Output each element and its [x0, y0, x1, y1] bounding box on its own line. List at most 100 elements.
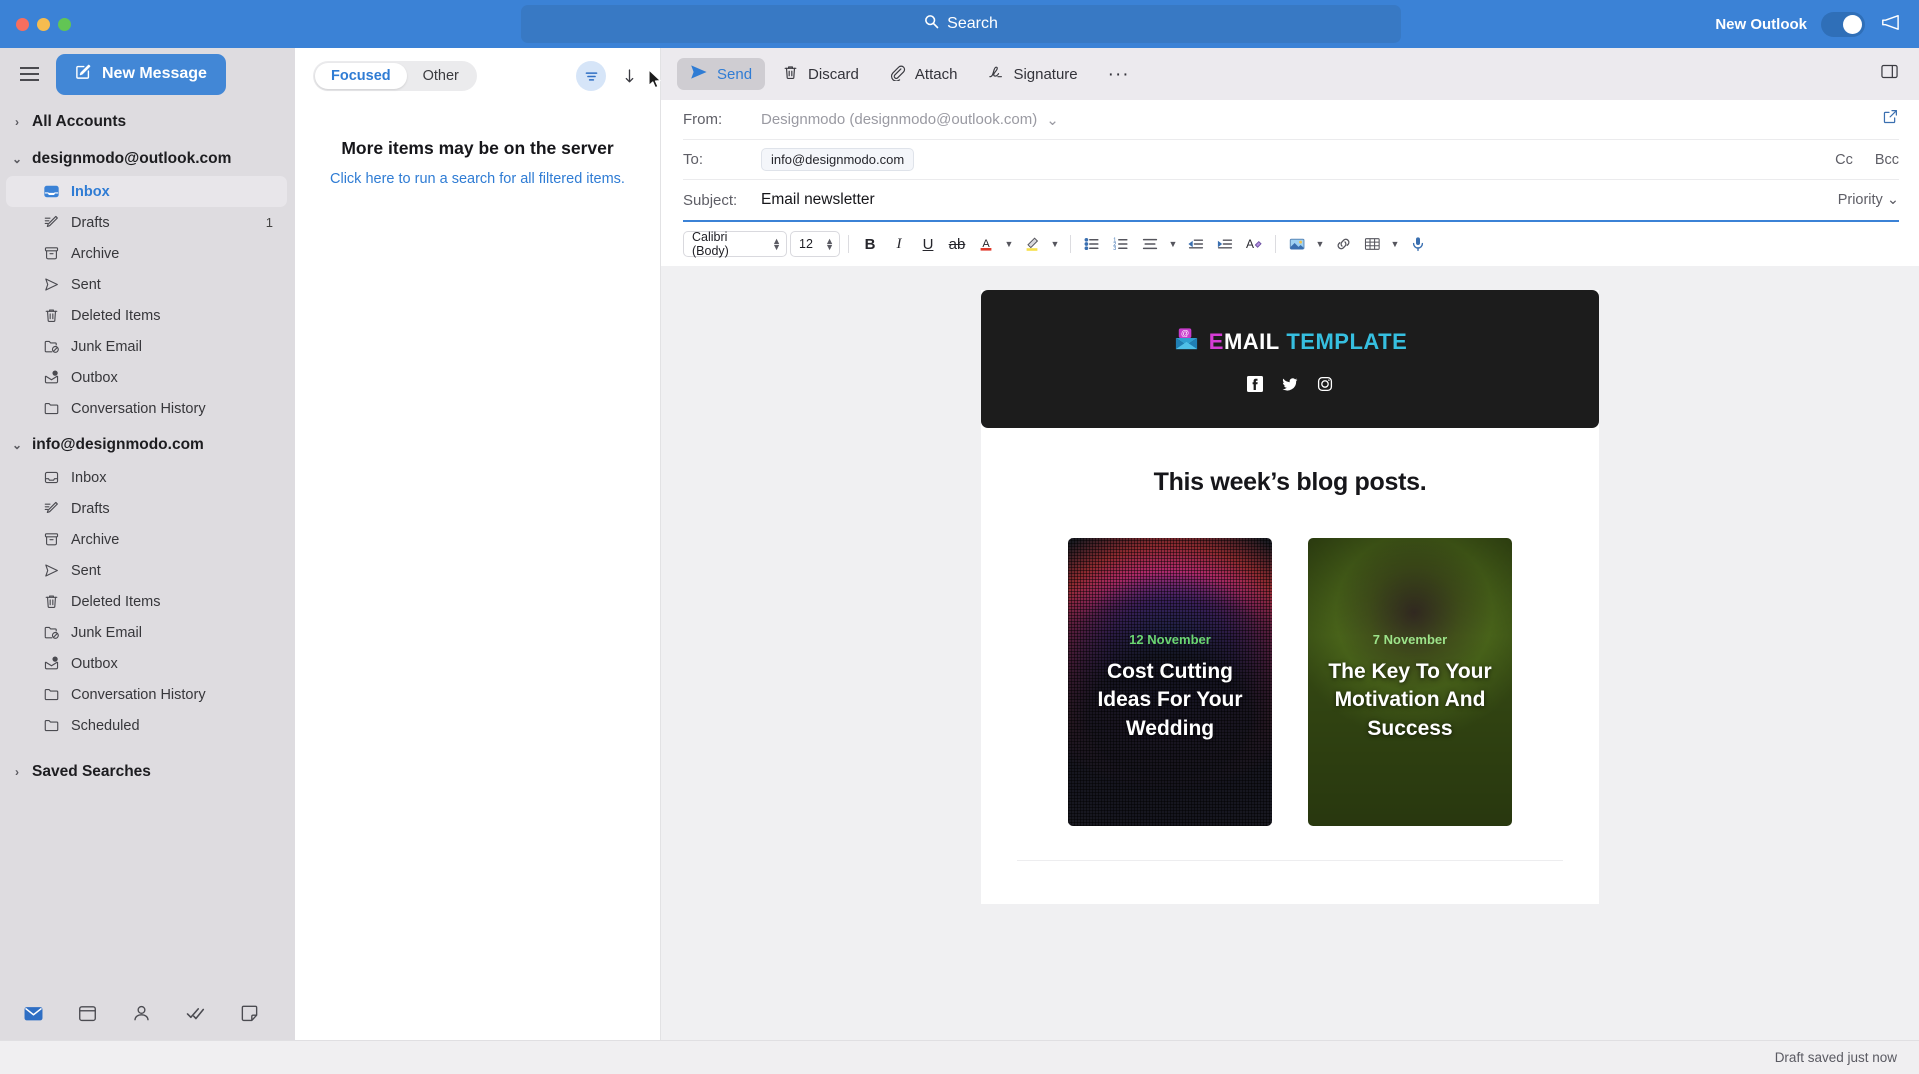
archive-icon	[42, 531, 60, 549]
underline-button[interactable]: U	[915, 231, 941, 257]
font-color-chevron-down-icon[interactable]: ▼	[1002, 231, 1016, 257]
toolbar-divider	[1275, 235, 1276, 253]
tab-other[interactable]: Other	[407, 63, 475, 89]
sidebar-item-inbox[interactable]: Inbox	[6, 176, 287, 207]
sidebar-item-inbox-2[interactable]: Inbox	[0, 462, 295, 493]
todo-icon[interactable]	[184, 1002, 206, 1024]
signature-button[interactable]: Signature	[974, 58, 1090, 90]
run-filtered-search-link[interactable]: Click here to run a search for all filte…	[311, 171, 644, 187]
sidebar-item-sent[interactable]: Sent	[0, 269, 295, 300]
discard-button[interactable]: Discard	[769, 58, 872, 90]
hamburger-icon[interactable]	[12, 57, 46, 91]
blog-post-card[interactable]: 12 November Cost Cutting Ideas For Your …	[1068, 538, 1272, 826]
sidebar-item-sent-2[interactable]: Sent	[0, 555, 295, 586]
new-outlook-toggle[interactable]	[1821, 12, 1865, 37]
blog-section-heading: This week’s blog posts.	[1017, 468, 1563, 497]
strikethrough-button[interactable]: ab	[944, 231, 970, 257]
recipient-chip[interactable]: info@designmodo.com	[761, 148, 914, 171]
tab-focused[interactable]: Focused	[315, 63, 407, 89]
font-size-select[interactable]: 12 ▲▼	[790, 231, 840, 257]
reading-pane-icon[interactable]	[1880, 63, 1899, 85]
align-chevron-down-icon[interactable]: ▼	[1166, 231, 1180, 257]
sidebar-item-drafts[interactable]: Drafts 1	[0, 207, 295, 238]
svg-text:3: 3	[1113, 246, 1116, 252]
font-family-value: Calibri (Body)	[692, 230, 766, 258]
instagram-icon[interactable]	[1317, 376, 1333, 392]
close-window-button[interactable]	[16, 18, 29, 31]
insert-table-icon[interactable]	[1359, 231, 1385, 257]
align-icon[interactable]	[1137, 231, 1163, 257]
popout-icon[interactable]	[1882, 108, 1899, 130]
numbered-list-icon[interactable]: 123	[1108, 231, 1134, 257]
highlight-icon[interactable]	[1019, 231, 1045, 257]
maximize-window-button[interactable]	[58, 18, 71, 31]
new-outlook-label: New Outlook	[1715, 16, 1807, 33]
minimize-window-button[interactable]	[37, 18, 50, 31]
bcc-button[interactable]: Bcc	[1875, 152, 1899, 168]
insert-link-icon[interactable]	[1330, 231, 1356, 257]
send-button[interactable]: Send	[677, 58, 765, 90]
bold-button[interactable]: B	[857, 231, 883, 257]
filter-icon[interactable]	[576, 61, 606, 91]
font-color-icon[interactable]: A	[973, 231, 999, 257]
to-label: To:	[683, 151, 761, 168]
sidebar-item-deleted-items[interactable]: Deleted Items	[0, 300, 295, 331]
new-message-button[interactable]: New Message	[56, 54, 226, 95]
table-chevron-down-icon[interactable]: ▼	[1388, 231, 1402, 257]
brand-part-1: E	[1209, 329, 1224, 354]
sidebar-item-label: Deleted Items	[71, 308, 160, 324]
sidebar-item-conversation-history[interactable]: Conversation History	[0, 393, 295, 424]
notes-icon[interactable]	[238, 1002, 260, 1024]
new-message-label: New Message	[102, 65, 207, 83]
junk-icon	[42, 624, 60, 642]
sidebar-item-junk-email-2[interactable]: Junk Email	[0, 617, 295, 648]
sidebar-item-archive-2[interactable]: Archive	[0, 524, 295, 555]
people-icon[interactable]	[130, 1002, 152, 1024]
sidebar-item-outbox[interactable]: Outbox	[0, 362, 295, 393]
increase-indent-icon[interactable]	[1212, 231, 1238, 257]
sidebar-group-info-designmodo[interactable]: ⌄ info@designmodo.com	[0, 424, 295, 462]
sidebar-item-archive[interactable]: Archive	[0, 238, 295, 269]
draft-saved-status: Draft saved just now	[1775, 1050, 1897, 1065]
brand-lockup: @ EMAIL TEMPLATE	[1173, 326, 1408, 358]
decrease-indent-icon[interactable]	[1183, 231, 1209, 257]
megaphone-icon[interactable]	[1879, 13, 1901, 36]
calendar-icon[interactable]	[76, 1002, 98, 1024]
insert-picture-icon[interactable]	[1284, 231, 1310, 257]
facebook-icon[interactable]	[1247, 376, 1263, 392]
from-select[interactable]: Designmodo (designmodo@outlook.com) ⌄	[761, 111, 1059, 129]
priority-button[interactable]: Priority ⌄	[1838, 192, 1899, 208]
italic-button[interactable]: I	[886, 231, 912, 257]
sidebar-item-drafts-2[interactable]: Drafts	[0, 493, 295, 524]
highlight-chevron-down-icon[interactable]: ▼	[1048, 231, 1062, 257]
sidebar-group-saved-searches[interactable]: › Saved Searches	[0, 741, 295, 789]
sidebar-item-outbox-2[interactable]: Outbox	[0, 648, 295, 679]
sidebar-bottom-nav	[0, 986, 295, 1040]
bullet-list-icon[interactable]	[1079, 231, 1105, 257]
attach-button[interactable]: Attach	[876, 58, 971, 90]
sidebar-group-designmodo-outlook[interactable]: ⌄ designmodo@outlook.com	[0, 138, 295, 176]
subject-input[interactable]: Email newsletter	[761, 191, 875, 209]
sort-descending-icon[interactable]	[616, 61, 642, 91]
sidebar-item-label: Junk Email	[71, 625, 142, 641]
titlebar-right-group: New Outlook	[1715, 0, 1901, 48]
clear-formatting-icon[interactable]: A	[1241, 231, 1267, 257]
twitter-icon[interactable]	[1282, 376, 1298, 392]
more-options-button[interactable]: ···	[1095, 58, 1143, 90]
mail-icon[interactable]	[22, 1002, 44, 1024]
sidebar-item-junk-email[interactable]: Junk Email	[0, 331, 295, 362]
font-family-select[interactable]: Calibri (Body) ▲▼	[683, 231, 787, 257]
post-date: 7 November	[1373, 632, 1447, 647]
picture-chevron-down-icon[interactable]: ▼	[1313, 231, 1327, 257]
sidebar-group-all-accounts[interactable]: › All Accounts	[0, 106, 295, 138]
drafts-icon	[42, 214, 60, 232]
sidebar-item-deleted-items-2[interactable]: Deleted Items	[0, 586, 295, 617]
search-input[interactable]: Search	[521, 5, 1401, 43]
sidebar-item-conversation-history-2[interactable]: Conversation History	[0, 679, 295, 710]
dictate-icon[interactable]	[1405, 231, 1431, 257]
sidebar-item-scheduled[interactable]: Scheduled	[0, 710, 295, 741]
blog-post-card[interactable]: 7 November The Key To Your Motivation An…	[1308, 538, 1512, 826]
brand-part-3: TEMPLATE	[1286, 329, 1407, 354]
cc-button[interactable]: Cc	[1835, 152, 1853, 168]
message-body-canvas[interactable]: @ EMAIL TEMPLATE	[661, 266, 1919, 1040]
